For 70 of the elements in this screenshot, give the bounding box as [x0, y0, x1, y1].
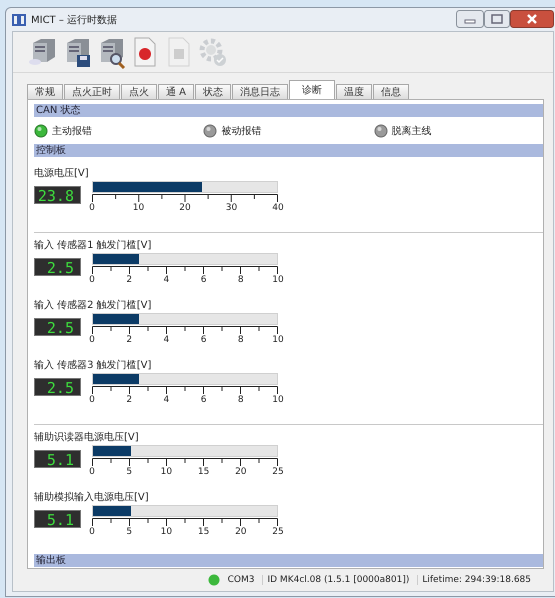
tab[interactable]: 消息日志 [232, 84, 288, 99]
tab[interactable]: 点火正时 [64, 84, 120, 99]
scale-label: 4 [164, 275, 170, 285]
tab[interactable]: 信息 [373, 84, 410, 99]
scale-label: 10 [160, 467, 172, 477]
scale-label: 10 [132, 203, 144, 213]
tab[interactable]: 通 A [158, 84, 194, 99]
scale-label: 4 [164, 395, 170, 405]
tab[interactable]: 状态 [195, 84, 232, 99]
scale-label: 25 [272, 527, 284, 537]
tab[interactable]: 温度 [336, 84, 372, 99]
section-header: 输出板 [34, 554, 543, 567]
gauge-label: 输入 传感器1 触发门槛[V] [34, 238, 152, 253]
tab[interactable]: 常规 [27, 84, 63, 99]
gauge-label: 辅助识读器电源电压[V] [34, 430, 140, 445]
scale-label: 0 [89, 203, 95, 213]
scale-label: 10 [272, 395, 284, 405]
scale-label: 40 [272, 203, 284, 213]
minimize-icon[interactable] [456, 10, 484, 28]
digital-readout: 5.1 [34, 450, 81, 468]
gauge-label: 输入 传感器2 触发门槛[V] [34, 298, 152, 313]
scale-label: 15 [198, 467, 210, 477]
scale-label: 0 [89, 395, 95, 405]
tab[interactable]: 点火 [121, 84, 157, 99]
app-logo-icon [12, 12, 26, 26]
scale-label: 10 [160, 527, 172, 537]
port-label: COM3 [226, 575, 256, 585]
tab[interactable]: 诊断 [289, 80, 336, 99]
scale-label: 25 [272, 467, 284, 477]
window-title: MICT – 运行时数据 [31, 14, 118, 26]
scale-label: 8 [238, 395, 244, 405]
scale-label: 6 [200, 395, 206, 405]
scale-label: 2 [126, 335, 132, 345]
scale-label: 0 [89, 527, 95, 537]
scale-label: 2 [126, 275, 132, 285]
scale-label: 20 [235, 527, 247, 537]
digital-readout: 23.8 [34, 186, 81, 204]
scale-label: 8 [238, 275, 244, 285]
maximize-icon[interactable] [484, 10, 510, 28]
scale-label: 6 [200, 335, 206, 345]
scale-label: 30 [226, 203, 238, 213]
scale-label: 10 [272, 335, 284, 345]
section-header: CAN 状态 [34, 104, 543, 117]
scale-label: 10 [272, 275, 284, 285]
scale-label: 5 [126, 467, 132, 477]
indicator-label: 脱离主线 [392, 124, 432, 138]
close-icon[interactable] [510, 10, 554, 28]
scale-label: 0 [89, 335, 95, 345]
scale-label: 6 [200, 275, 206, 285]
indicator-label: 主动报错 [52, 124, 92, 138]
section-header: 控制板 [34, 144, 543, 157]
scale-label: 2 [126, 395, 132, 405]
scale-label: 5 [126, 527, 132, 537]
gauge-label: 电源电压[V] [34, 166, 90, 181]
indicator-label: 被动报错 [221, 124, 262, 138]
lifetime-counter: Lifetime: 294:39:18.685 [417, 575, 535, 585]
scale-label: 0 [89, 275, 95, 285]
scale-label: 20 [179, 203, 191, 213]
digital-readout: 2.5 [34, 258, 81, 276]
scale-label: 20 [235, 467, 247, 477]
scale-label: 0 [89, 467, 95, 477]
device-id: ID MK4cl.08 (1.5.1 [0000a801]) [262, 575, 414, 585]
scale-label: 8 [238, 335, 244, 345]
scale-label: 4 [164, 335, 170, 345]
digital-readout: 5.1 [34, 510, 81, 528]
digital-readout: 2.5 [34, 378, 81, 396]
gauge-label: 辅助模拟输入电源电压[V] [34, 490, 150, 505]
digital-readout: 2.5 [34, 318, 81, 336]
scale-label: 15 [198, 527, 210, 537]
gauge-label: 输入 传感器3 触发门槛[V] [34, 358, 152, 373]
